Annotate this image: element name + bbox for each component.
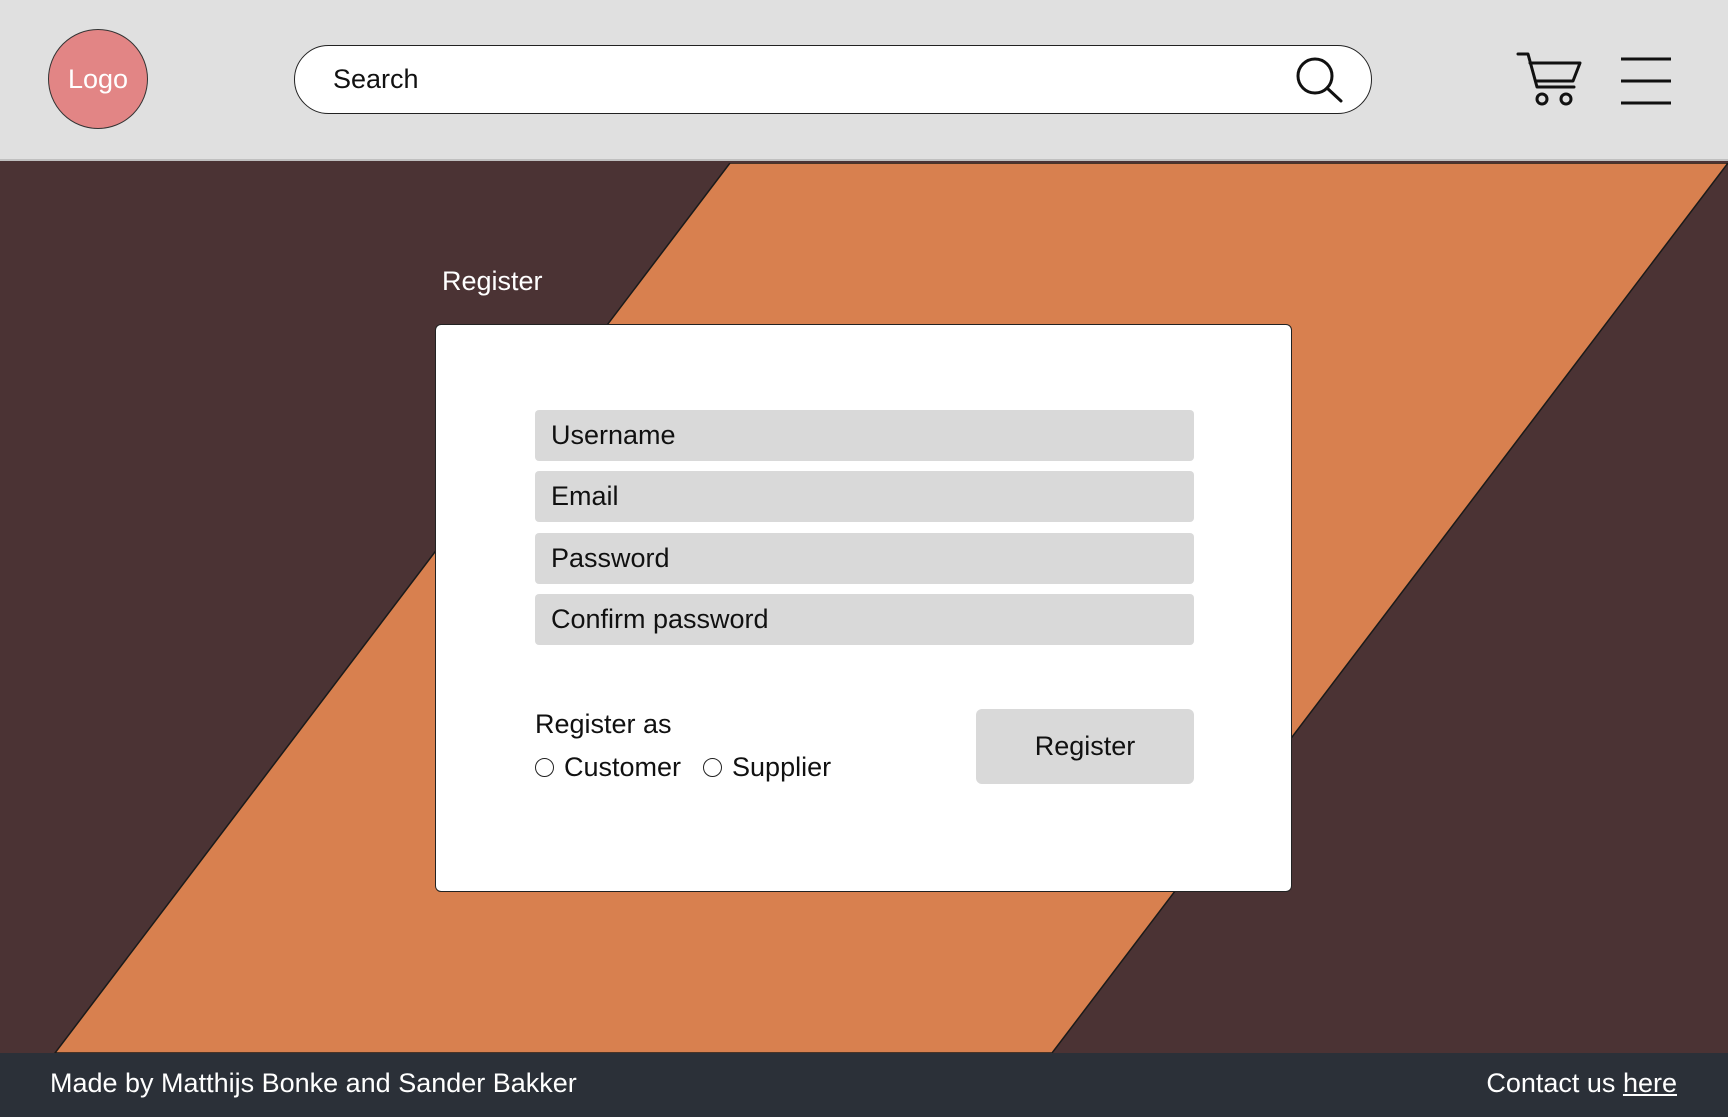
- cart-icon[interactable]: [1516, 51, 1582, 107]
- footer-contact: Contact us here: [1486, 1068, 1677, 1099]
- customer-radio[interactable]: [535, 758, 554, 777]
- register-as-label: Register as: [535, 709, 672, 739]
- search-bar[interactable]: [294, 45, 1372, 114]
- username-field[interactable]: [535, 410, 1194, 461]
- logo[interactable]: Logo: [48, 29, 148, 129]
- search-icon[interactable]: [1293, 55, 1347, 105]
- password-field[interactable]: [535, 533, 1194, 584]
- menu-icon[interactable]: [1620, 56, 1672, 106]
- header-bar: Logo: [0, 0, 1728, 161]
- contact-text: Contact us: [1486, 1068, 1616, 1098]
- page-title: Register: [442, 266, 543, 296]
- footer: Made by Matthijs Bonke and Sander Bakker…: [0, 1053, 1728, 1117]
- role-radio-group: Customer Supplier: [535, 752, 853, 783]
- register-button[interactable]: Register: [976, 709, 1194, 784]
- radio-option-supplier[interactable]: Supplier: [703, 752, 831, 783]
- supplier-radio[interactable]: [703, 758, 723, 777]
- confirm-password-field[interactable]: [535, 594, 1194, 645]
- contact-link[interactable]: here: [1623, 1068, 1677, 1098]
- search-input[interactable]: [333, 46, 1233, 112]
- customer-radio-label: Customer: [564, 752, 682, 782]
- supplier-radio-label: Supplier: [732, 752, 832, 782]
- email-field[interactable]: [535, 471, 1194, 522]
- radio-option-customer[interactable]: Customer: [535, 752, 681, 783]
- footer-credits: Made by Matthijs Bonke and Sander Bakker: [50, 1068, 577, 1098]
- register-form: Register as Customer Supplier Register: [435, 324, 1292, 892]
